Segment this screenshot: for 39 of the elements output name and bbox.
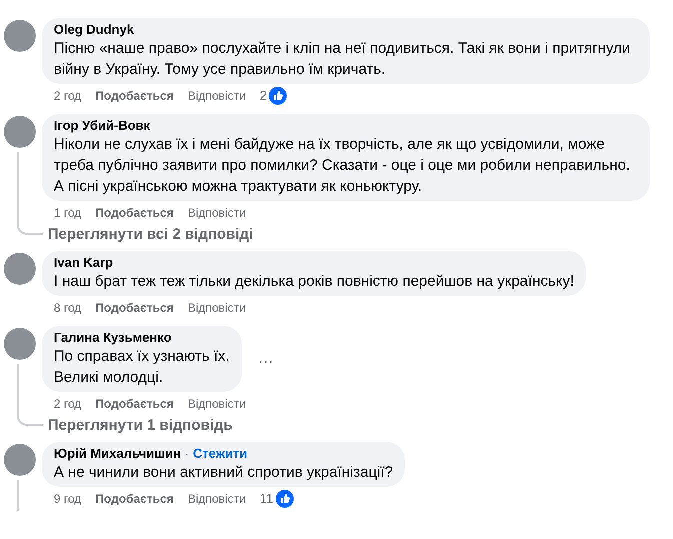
comment-text: По справах їх узнають їх. Великі молодці. (54, 347, 230, 388)
comment-text: Пісню «наше право» послухайте і кліп на неї подивиться. Такі як вони і притягнули війну в Україну. Тому усе правильно їм кричать. (54, 39, 632, 80)
view-replies-link[interactable]: Переглянути 1 відповідь (48, 416, 233, 436)
view-replies-link[interactable]: Переглянути всі 2 відповіді (48, 225, 254, 245)
avatar[interactable] (4, 20, 36, 52)
author-name[interactable]: Юрій Михальчишин (54, 446, 182, 462)
author-name[interactable]: Ivan Karp (54, 255, 114, 271)
timestamp[interactable]: 2 год (54, 395, 82, 413)
timestamp[interactable]: 2 год (54, 87, 82, 105)
timestamp[interactable]: 9 год (54, 490, 82, 508)
like-link[interactable]: Подобається (96, 204, 174, 222)
more-options-button[interactable]: … (254, 347, 278, 371)
like-link[interactable]: Подобається (96, 87, 174, 105)
like-link[interactable]: Подобається (96, 395, 174, 413)
reply-link[interactable]: Відповісти (188, 204, 246, 222)
author-name[interactable]: Oleg Dudnyk (54, 22, 134, 38)
thumbs-up-icon (276, 490, 294, 508)
avatar[interactable] (4, 116, 36, 148)
timestamp[interactable]: 8 год (54, 299, 82, 317)
thumbs-up-icon (269, 87, 288, 105)
reply-link[interactable]: Відповісти (188, 87, 246, 105)
separator-dot: · (185, 446, 190, 462)
like-link[interactable]: Подобається (96, 299, 174, 317)
follow-link[interactable]: Стежити (193, 446, 248, 462)
comment-text: І наш брат теж теж тільки декілька років повністю перейшов на українську! (54, 272, 574, 292)
timestamp[interactable]: 1 год (54, 204, 82, 222)
reply-link[interactable]: Відповісти (188, 299, 246, 317)
author-name[interactable]: Ігор Убий-Вовк (54, 118, 150, 134)
like-count: 11 (260, 490, 274, 508)
comment-text: А не чинили вони активний спротив українізації? (54, 463, 394, 483)
like-count: 2 (260, 87, 268, 106)
reply-link[interactable]: Відповісти (188, 490, 246, 508)
author-name[interactable]: Галина Кузьменко (54, 330, 172, 346)
avatar[interactable] (4, 444, 36, 476)
like-link[interactable]: Подобається (96, 490, 174, 508)
avatar[interactable] (4, 253, 36, 285)
comment-text: Ніколи не слухав їх і мені байдуже на їх творчість, але як що усвідомили, може треба публічно заявити про помилки? Сказати - оце і оце ми робили неправильно. А пісні українською можна трактувати як коньюктуру. (54, 135, 632, 197)
reply-link[interactable]: Відповісти (188, 395, 246, 413)
avatar[interactable] (4, 328, 36, 360)
